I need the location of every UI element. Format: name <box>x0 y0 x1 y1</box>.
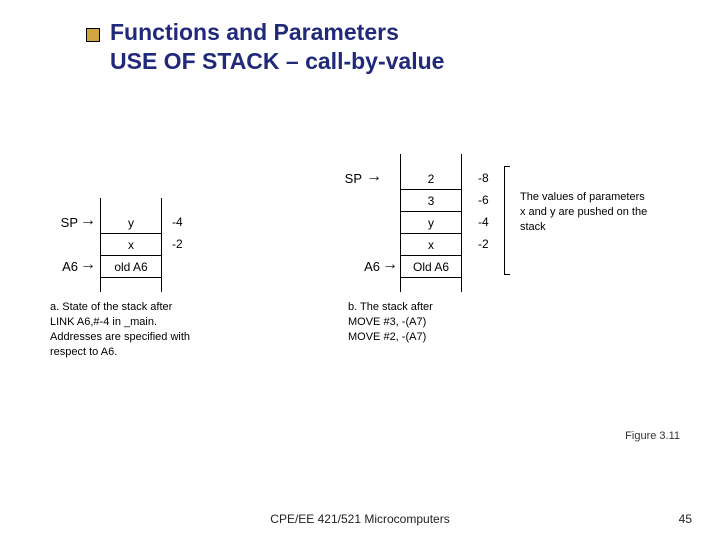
arrow-icon: → <box>80 213 94 229</box>
arrow-icon: → <box>382 257 396 273</box>
slide-title: Functions and Parameters USE OF STACK – … <box>110 18 444 76</box>
stack-b-cell-olda6: Old A6 <box>401 256 461 278</box>
stack-a-offset-y: -4 <box>172 215 183 229</box>
title-line-1: Functions and Parameters <box>110 18 444 47</box>
stack-b: 2 3 y x Old A6 <box>400 154 462 292</box>
caption-b: b. The stack after MOVE #3, -(A7) MOVE #… <box>348 300 493 345</box>
stack-a-cell-y: y <box>101 212 161 234</box>
stack-b-offset-2: -2 <box>478 237 489 251</box>
stack-b-cell-2: 2 <box>401 168 461 190</box>
stack-b-cell-y: y <box>401 212 461 234</box>
stack-b-cell-3: 3 <box>401 190 461 212</box>
caption-a: a. State of the stack after LINK A6,#-4 … <box>50 300 195 359</box>
title-line-2: USE OF STACK – call-by-value <box>110 47 444 76</box>
arrow-icon: → <box>366 169 380 185</box>
brace-bottom <box>504 274 510 275</box>
stack-a-offset-x: -2 <box>172 237 183 251</box>
stack-b-cell-x: x <box>401 234 461 256</box>
stack-b-offset-6: -6 <box>478 193 489 207</box>
side-note: The values of parameters x and y are pus… <box>520 190 650 235</box>
figure-label: Figure 3.11 <box>625 430 680 442</box>
brace-line <box>504 166 505 274</box>
stack-a-a6-label: A6 <box>48 259 78 274</box>
figure-area: y x old A6 SP → A6 → -4 -2 a. State of t… <box>60 140 700 490</box>
arrow-icon: → <box>80 257 94 273</box>
footer-page-number: 45 <box>679 512 692 526</box>
title-bullet <box>86 28 100 42</box>
stack-a-sp-label: SP <box>48 215 78 230</box>
stack-b-offset-8: -8 <box>478 171 489 185</box>
stack-a: y x old A6 <box>100 198 162 292</box>
stack-b-a6-label: A6 <box>350 259 380 274</box>
footer-course: CPE/EE 421/521 Microcomputers <box>0 512 720 526</box>
stack-b-sp-label: SP <box>332 171 362 186</box>
stack-b-offset-4: -4 <box>478 215 489 229</box>
brace-top <box>504 166 510 167</box>
stack-a-cell-x: x <box>101 234 161 256</box>
stack-a-cell-olda6: old A6 <box>101 256 161 278</box>
